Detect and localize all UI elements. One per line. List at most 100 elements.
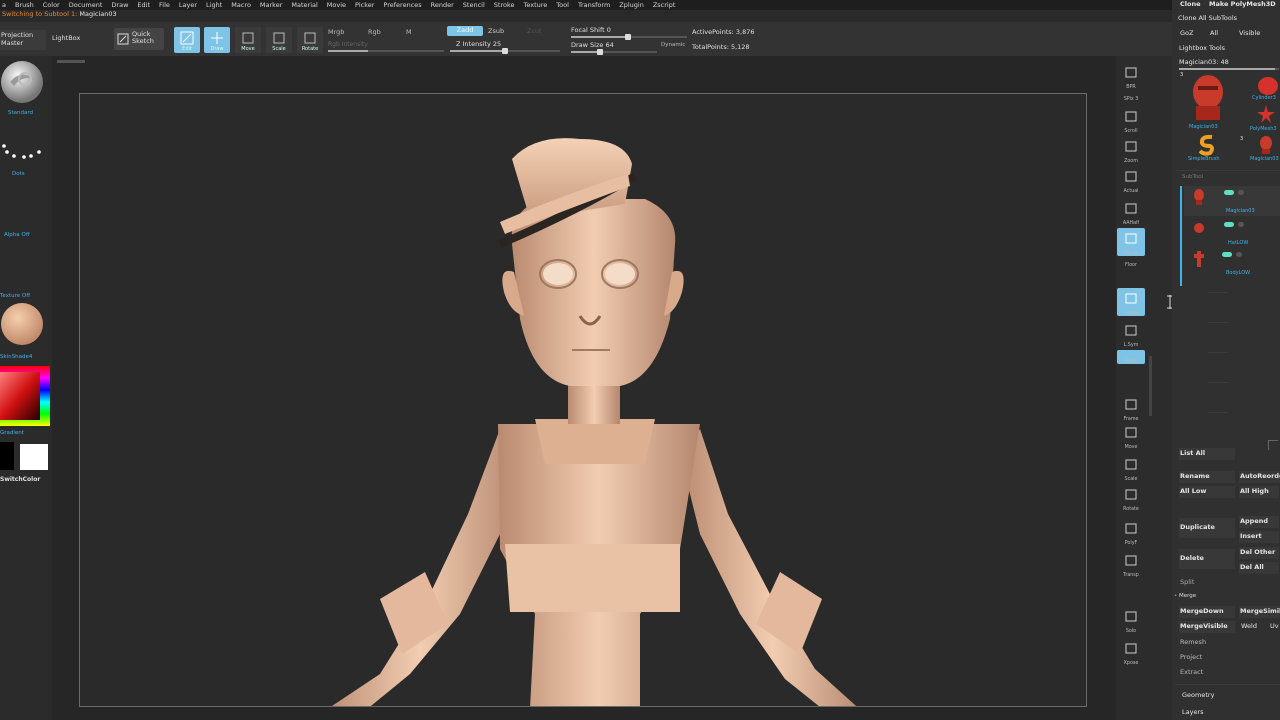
viewport-canvas[interactable] [52,56,1116,720]
lightbox-tools-button[interactable]: Lightbox Tools [1179,44,1225,52]
switch-color-button[interactable]: SwitchColor [0,476,48,483]
menu-item-picker[interactable]: Picker [355,1,374,9]
tool-thumb-polymesh3[interactable] [1256,104,1276,124]
l.sym-button[interactable]: L.Sym [1117,320,1145,348]
gxyz-button[interactable]: Gxyz [1117,350,1145,364]
transp-button[interactable]: Transp [1117,550,1145,578]
current-tool-slider[interactable]: Magician03: 48 [1179,58,1229,66]
menu-item-light[interactable]: Light [206,1,222,9]
texture-off-button[interactable]: Texture Off [0,293,48,299]
document-frame[interactable] [79,93,1087,707]
canvas-scroll-handle[interactable] [57,60,85,63]
tool-thumb-magician03-b[interactable] [1256,134,1276,154]
dynamic-button[interactable]: Dynamic [661,42,685,48]
menu-item-material[interactable]: Material [291,1,317,9]
current-tool-track[interactable] [1179,68,1279,70]
subtool-lock-toggle[interactable] [1238,190,1244,195]
actual-button[interactable]: Actual [1117,166,1145,194]
subtool-lock-toggle[interactable] [1238,222,1244,227]
rename-button[interactable]: Rename [1179,471,1235,483]
arrow-up-icon[interactable] [1268,440,1278,450]
frame-button[interactable]: Frame [1117,394,1145,422]
delete-button[interactable]: Delete [1179,549,1235,569]
clone-button[interactable]: Clone [1180,0,1201,8]
visible-button[interactable]: Visible [1239,29,1260,37]
menu-item-draw[interactable]: Draw [111,1,128,9]
main-color-swatch[interactable] [20,444,48,470]
projection-master-button[interactable]: Projection Master [0,30,46,50]
rgb-button[interactable]: Rgb [368,28,381,36]
insert-button[interactable]: Insert [1239,531,1279,543]
draw-size-track[interactable] [571,49,657,55]
edit-button[interactable]: Edit [174,27,200,53]
focal-shift-track[interactable] [571,34,687,40]
subtool-lock-toggle[interactable] [1236,252,1242,257]
bpr-button[interactable]: BPR [1117,62,1145,90]
split-section-button[interactable]: Split [1180,578,1194,586]
subtool-row-magician03[interactable]: Magician03 [1184,186,1280,216]
all-high-button[interactable]: All High [1239,486,1279,498]
del-other-button[interactable]: Del Other [1239,547,1279,559]
menu-item-stencil[interactable]: Stencil [463,1,485,9]
scroll-button[interactable]: Scroll [1117,106,1145,134]
z-intensity-slider[interactable]: Z Intensity 25 [456,40,501,48]
draw-button[interactable]: Draw [204,27,230,53]
draw-size-slider[interactable]: Draw Size 64 [571,41,614,49]
make-polymesh-button[interactable]: Make PolyMesh3D [1209,0,1276,8]
menu-item-render[interactable]: Render [431,1,454,9]
subtool-visibility-toggle[interactable] [1222,252,1232,257]
menu-item-texture[interactable]: Texture [524,1,548,9]
spix-3-button[interactable]: SPix 3 [1117,88,1145,102]
menu-item-preferences[interactable]: Preferences [383,1,421,9]
menu-item-zscript[interactable]: Zscript [653,1,676,9]
menu-item-edit[interactable]: Edit [137,1,150,9]
all-button[interactable]: All [1210,29,1218,37]
merge-section-header[interactable]: • Merge [1174,593,1196,599]
subtool-scroll-indicator[interactable] [1180,186,1182,286]
subtool-row-hatlow[interactable]: HatLOW [1184,218,1280,248]
move-button[interactable]: Move [1117,422,1145,450]
menu-item-brush[interactable]: Brush [15,1,34,9]
weld-button[interactable]: Weld [1241,622,1257,630]
all-low-button[interactable]: All Low [1179,486,1235,498]
lightbox-button[interactable]: LightBox [52,34,80,42]
rgb-intensity-track[interactable] [328,50,444,52]
polyf-button[interactable]: PolyF [1117,518,1145,546]
layers-section-button[interactable]: Layers [1182,708,1204,716]
mrgb-button[interactable]: Mrgb [328,28,344,36]
aahalf-button[interactable]: AAHalf [1117,198,1145,226]
solo-button[interactable]: Solo [1117,606,1145,634]
scale-button[interactable]: Scale [266,27,292,53]
menu-item-macro[interactable]: Macro [231,1,251,9]
subtool-visibility-toggle[interactable] [1224,190,1234,195]
menu-item-file[interactable]: File [159,1,170,9]
menu-item-color[interactable]: Color [43,1,60,9]
extract-section-button[interactable]: Extract [1180,668,1203,676]
m-button[interactable]: M [406,28,412,36]
scale-button[interactable]: Scale [1117,454,1145,482]
project-section-button[interactable]: Project [1180,653,1202,661]
autoreorder-button[interactable]: AutoReorder [1239,471,1280,483]
secondary-color-swatch[interactable] [0,442,14,470]
remesh-section-button[interactable]: Remesh [1180,638,1206,646]
geometry-section-button[interactable]: Geometry [1182,691,1214,699]
mergedown-button[interactable]: MergeDown [1179,606,1235,618]
menu-item-a[interactable]: a [2,1,6,9]
tool-thumb-simplebrush[interactable] [1196,134,1218,156]
subtool-visibility-toggle[interactable] [1224,222,1234,227]
append-button[interactable]: Append [1239,516,1279,528]
shelf-scrollbar[interactable] [1149,356,1152,416]
alpha-off-button[interactable]: Alpha Off [4,232,52,238]
mergesimilar-button[interactable]: MergeSimilar [1239,606,1280,618]
quick-sketch-button[interactable]: Quick Sketch [114,28,164,50]
menu-item-tool[interactable]: Tool [556,1,569,9]
rgb-intensity-slider[interactable]: Rgb Intensity [328,41,368,48]
subtool-row-bodylow[interactable]: BodyLOW [1184,248,1280,278]
uv-button[interactable]: Uv [1270,622,1279,630]
goz-button[interactable]: GoZ [1180,29,1193,37]
menu-item-stroke[interactable]: Stroke [494,1,515,9]
clone-all-subtools-button[interactable]: Clone All SubTools [1178,14,1237,22]
subtool-section-header[interactable]: SubTool [1182,174,1203,180]
move-button[interactable]: Move [235,27,261,53]
character-model[interactable] [80,94,1087,707]
